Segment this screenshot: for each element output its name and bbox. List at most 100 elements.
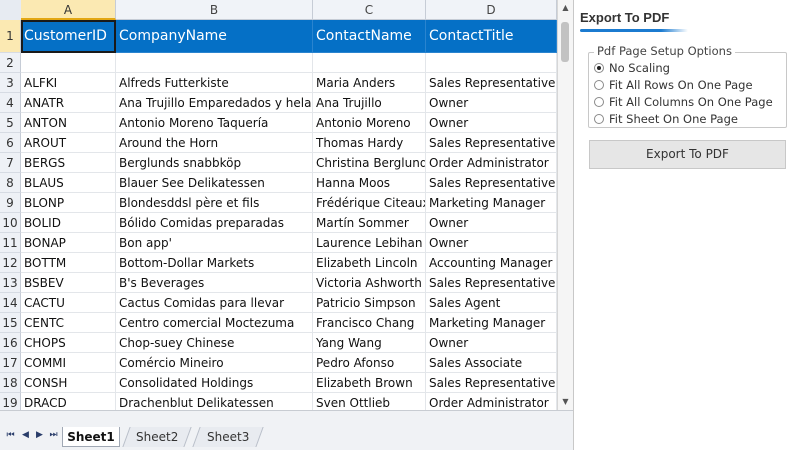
cell[interactable]: BERGS: [21, 153, 116, 173]
cell[interactable]: Owner: [426, 93, 557, 113]
cell[interactable]: Christina Berglund: [313, 153, 426, 173]
row-header[interactable]: 4: [0, 93, 21, 113]
row-header[interactable]: 12: [0, 253, 21, 273]
cell[interactable]: Ana Trujillo Emparedados y helados: [116, 93, 313, 113]
cell[interactable]: Victoria Ashworth: [313, 273, 426, 293]
cell[interactable]: Sales Associate: [426, 353, 557, 373]
cell[interactable]: Francisco Chang: [313, 313, 426, 333]
row-header[interactable]: 2: [0, 53, 21, 73]
row-header[interactable]: 14: [0, 293, 21, 313]
column-header-a[interactable]: A: [21, 0, 116, 20]
cell[interactable]: COMMI: [21, 353, 116, 373]
cell[interactable]: BLONP: [21, 193, 116, 213]
column-header-b[interactable]: B: [116, 0, 313, 20]
cell[interactable]: Sales Representative: [426, 173, 557, 193]
first-sheet-icon[interactable]: ⏮: [5, 429, 16, 441]
cell[interactable]: Marketing Manager: [426, 193, 557, 213]
cell[interactable]: [116, 53, 313, 73]
cell[interactable]: CENTC: [21, 313, 116, 333]
cell[interactable]: Chop-suey Chinese: [116, 333, 313, 353]
cell[interactable]: BOLID: [21, 213, 116, 233]
cell[interactable]: BONAP: [21, 233, 116, 253]
cell[interactable]: Bon app': [116, 233, 313, 253]
row-header[interactable]: 16: [0, 333, 21, 353]
cell[interactable]: ANATR: [21, 93, 116, 113]
cell[interactable]: Berglunds snabbköp: [116, 153, 313, 173]
last-sheet-icon[interactable]: ⏭: [48, 429, 59, 441]
radio-no-scaling[interactable]: No Scaling: [594, 60, 670, 76]
column-header-d[interactable]: D: [426, 0, 557, 20]
cell[interactable]: Hanna Moos: [313, 173, 426, 193]
row-header[interactable]: 7: [0, 153, 21, 173]
radio-fit-rows[interactable]: Fit All Rows On One Page: [594, 77, 753, 93]
cell[interactable]: [21, 53, 116, 73]
cell[interactable]: Blondesddsl père et fils: [116, 193, 313, 213]
cell[interactable]: Bólido Comidas preparadas: [116, 213, 313, 233]
vertical-scrollbar[interactable]: ▲ ▼: [557, 0, 573, 410]
cell[interactable]: BSBEV: [21, 273, 116, 293]
cell[interactable]: Sales Representative: [426, 273, 557, 293]
header-cell-contacttitle[interactable]: ContactTitle: [426, 20, 557, 53]
cell[interactable]: Sales Representative: [426, 133, 557, 153]
scroll-thumb[interactable]: [561, 22, 569, 62]
scroll-down-icon[interactable]: ▼: [558, 394, 573, 410]
column-header-c[interactable]: C: [313, 0, 426, 20]
radio-fit-columns[interactable]: Fit All Columns On One Page: [594, 94, 773, 110]
cell[interactable]: Sales Agent: [426, 293, 557, 313]
cell[interactable]: Drachenblut Delikatessen: [116, 393, 313, 410]
cell[interactable]: Laurence Lebihan: [313, 233, 426, 253]
row-header[interactable]: 18: [0, 373, 21, 393]
tab-sheet2[interactable]: Sheet2: [122, 427, 192, 447]
cell[interactable]: [313, 53, 426, 73]
cell[interactable]: Frédérique Citeaux: [313, 193, 426, 213]
radio-fit-sheet[interactable]: Fit Sheet On One Page: [594, 111, 738, 127]
cell[interactable]: Patricio Simpson: [313, 293, 426, 313]
cell[interactable]: Yang Wang: [313, 333, 426, 353]
header-cell-customerid[interactable]: CustomerID: [21, 20, 116, 53]
cell[interactable]: ANTON: [21, 113, 116, 133]
row-header[interactable]: 10: [0, 213, 21, 233]
cell[interactable]: Marketing Manager: [426, 313, 557, 333]
tab-sheet1[interactable]: Sheet1: [62, 427, 120, 447]
cell[interactable]: CONSH: [21, 373, 116, 393]
scroll-up-icon[interactable]: ▲: [558, 0, 573, 16]
cell[interactable]: Owner: [426, 213, 557, 233]
cell[interactable]: Alfreds Futterkiste: [116, 73, 313, 93]
cell[interactable]: BLAUS: [21, 173, 116, 193]
cell[interactable]: Elizabeth Brown: [313, 373, 426, 393]
select-all-corner[interactable]: [0, 0, 22, 21]
cell[interactable]: Blauer See Delikatessen: [116, 173, 313, 193]
cell[interactable]: Martín Sommer: [313, 213, 426, 233]
row-header[interactable]: 5: [0, 113, 21, 133]
cell[interactable]: CHOPS: [21, 333, 116, 353]
cell[interactable]: Owner: [426, 113, 557, 133]
row-header[interactable]: 11: [0, 233, 21, 253]
cell[interactable]: Accounting Manager: [426, 253, 557, 273]
row-header[interactable]: 13: [0, 273, 21, 293]
cell[interactable]: Thomas Hardy: [313, 133, 426, 153]
cell[interactable]: Elizabeth Lincoln: [313, 253, 426, 273]
row-header[interactable]: 17: [0, 353, 21, 373]
row-header[interactable]: 1: [0, 20, 21, 53]
row-header[interactable]: 8: [0, 173, 21, 193]
export-to-pdf-button[interactable]: Export To PDF: [589, 140, 786, 169]
cell[interactable]: Sven Ottlieb: [313, 393, 426, 410]
cell[interactable]: ALFKI: [21, 73, 116, 93]
cell[interactable]: Bottom-Dollar Markets: [116, 253, 313, 273]
row-header[interactable]: 3: [0, 73, 21, 93]
cell[interactable]: Antonio Moreno Taquería: [116, 113, 313, 133]
row-header[interactable]: 19: [0, 393, 21, 410]
cell[interactable]: Sales Representative: [426, 73, 557, 93]
cell[interactable]: Around the Horn: [116, 133, 313, 153]
row-header[interactable]: 6: [0, 133, 21, 153]
cell[interactable]: Antonio Moreno: [313, 113, 426, 133]
cell[interactable]: Sales Representative: [426, 373, 557, 393]
cell[interactable]: AROUT: [21, 133, 116, 153]
cell[interactable]: DRACD: [21, 393, 116, 410]
cell[interactable]: Consolidated Holdings: [116, 373, 313, 393]
cell[interactable]: Ana Trujillo: [313, 93, 426, 113]
cell[interactable]: BOTTM: [21, 253, 116, 273]
spreadsheet-grid[interactable]: A B C D 1 CustomerID CompanyName Contact…: [0, 0, 557, 410]
next-sheet-icon[interactable]: ▶: [34, 429, 45, 441]
cell[interactable]: B's Beverages: [116, 273, 313, 293]
